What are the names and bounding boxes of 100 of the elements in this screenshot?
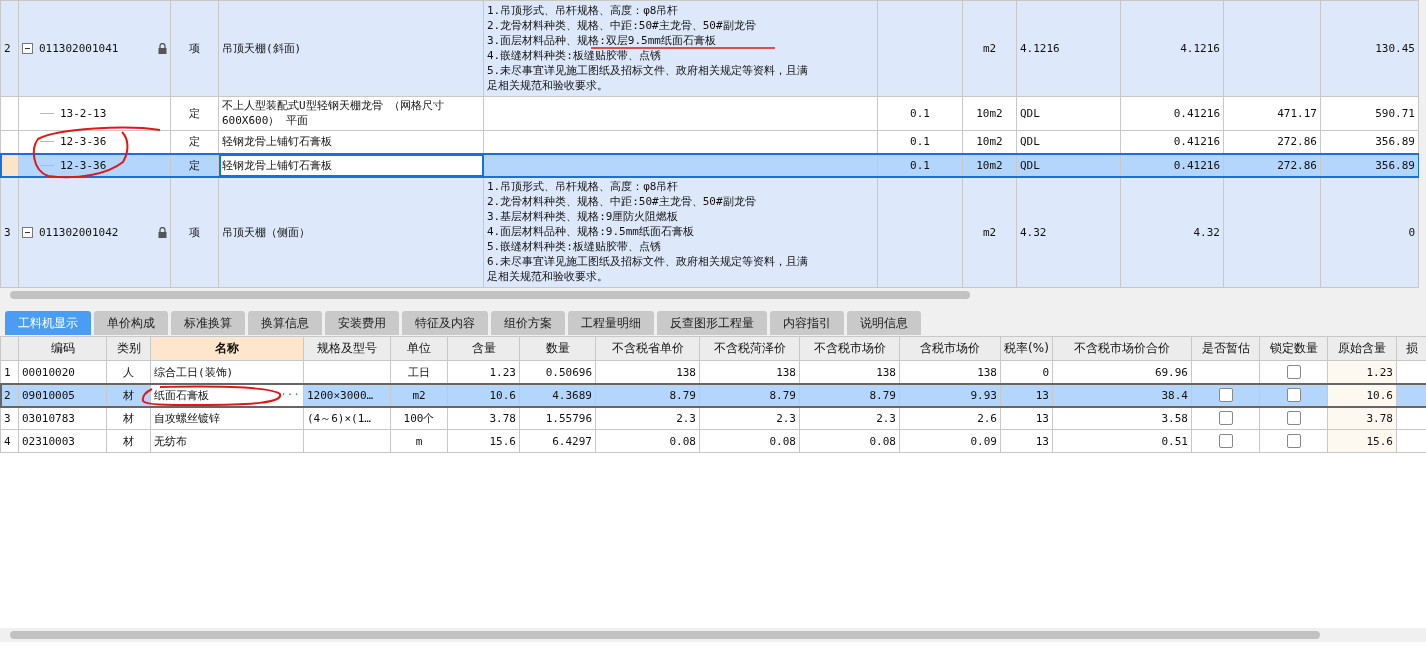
collapse-icon[interactable]: [22, 226, 33, 238]
checkbox[interactable]: [1286, 434, 1301, 448]
table-cell: 15.6: [447, 429, 520, 453]
collapse-icon[interactable]: [22, 42, 33, 54]
total-cell: 130.45: [1320, 0, 1419, 97]
table-row[interactable]: 12-3-36 定 轻钢龙骨上铺钉石膏板 0.1 10m2 QDL 0.41216 272.86 356.89: [0, 153, 1419, 177]
tab[interactable]: 组价方案: [491, 311, 565, 335]
table-row[interactable]: 2 09010005 材 ··· 纸面石膏板 1200×3000… m2 10.6 4.3689 8.79 8.79 8.79 9.93 13 38.4 10.6: [0, 383, 1426, 407]
price-cell: 471.17: [1223, 96, 1321, 131]
table-cell: 材: [106, 429, 151, 453]
table-row[interactable]: 12-3-36 定 轻钢龙骨上铺钉石膏板 0.1 10m2 QDL 0.41216 272.86 356.89: [0, 130, 1419, 154]
feature-line: 3.面层材料品种、规格:双层9.5mm纸面石膏板: [487, 34, 716, 47]
column-header[interactable]: 数量: [519, 336, 596, 361]
scrollbar-thumb[interactable]: [10, 631, 1320, 639]
row-number-cell: [0, 96, 19, 131]
checkbox[interactable]: [1218, 411, 1233, 425]
tab[interactable]: 工程量明细: [568, 311, 654, 335]
tab[interactable]: 内容指引: [770, 311, 844, 335]
tab[interactable]: 换算信息: [248, 311, 322, 335]
code-text: 011302001042: [39, 225, 119, 239]
name-cell: 吊顶天棚（侧面）: [218, 176, 484, 288]
ellipsis-button[interactable]: ···: [280, 387, 300, 401]
table-row[interactable]: 1 00010020 人 综合工日(装饰) 工日 1.23 0.50696 138 138 138 138 0 69.96 1.23: [0, 360, 1426, 384]
tab[interactable]: 反查图形工程量: [657, 311, 767, 335]
quantity-expression-cell: 4.32: [1016, 176, 1121, 288]
scrollbar-thumb[interactable]: [10, 291, 970, 299]
checkbox[interactable]: [1218, 388, 1233, 402]
checkbox[interactable]: [1286, 365, 1301, 379]
table-cell: 0.08: [595, 429, 700, 453]
tab[interactable]: 单价构成: [94, 311, 168, 335]
table-cell: 100个: [390, 406, 448, 430]
tab[interactable]: 特征及内容: [402, 311, 488, 335]
code-text: 12-3-36: [60, 158, 107, 172]
table-cell: 13: [1000, 406, 1053, 430]
tree-line: [40, 141, 54, 143]
table-cell: 自攻螺丝镀锌: [150, 406, 304, 430]
feature-line: 2.龙骨材料种类、规格、中距:50#主龙骨、50#副龙骨: [487, 19, 756, 32]
feature-line: 3.基层材料种类、规格:9厘防火阻燃板: [487, 211, 679, 224]
tab[interactable]: 安装费用: [325, 311, 399, 335]
name-cell: 轻钢龙骨上铺钉石膏板: [218, 153, 484, 177]
table-row[interactable]: 4 02310003 材 无纺布 m 15.6 6.4297 0.08 0.08 0.08 0.09 13 0.51 15.6: [0, 429, 1426, 453]
column-header[interactable]: 编码: [18, 336, 107, 361]
table-cell: 0.08: [799, 429, 900, 453]
vertical-scrollbar[interactable]: [1419, 0, 1426, 288]
row-number-cell: [0, 153, 19, 177]
row-number-cell: 4: [0, 429, 19, 453]
type-cell: 定: [170, 96, 219, 131]
column-header[interactable]: 不含税菏泽价: [699, 336, 800, 361]
quantity-expression-cell: QDL: [1016, 96, 1121, 131]
tree-line: [40, 112, 54, 114]
total-cell: 0: [1320, 176, 1419, 288]
checkbox[interactable]: [1218, 434, 1233, 448]
column-header[interactable]: 损: [1396, 336, 1426, 361]
quantity-expression-cell: 4.1216: [1016, 0, 1121, 97]
tree-line: [40, 164, 54, 166]
column-header[interactable]: 原始含量: [1327, 336, 1397, 361]
column-header[interactable]: 类别: [106, 336, 151, 361]
column-header[interactable]: 含量: [447, 336, 520, 361]
table-cell: 2.6: [899, 406, 1001, 430]
feature-line: 足相关规范和验收要求。: [487, 271, 608, 284]
column-header[interactable]: 不含税市场价合价: [1052, 336, 1192, 361]
column-header[interactable]: 是否暂估: [1191, 336, 1260, 361]
column-header[interactable]: 锁定数量: [1259, 336, 1328, 361]
total-cell: 590.71: [1320, 96, 1419, 131]
tab[interactable]: 说明信息: [847, 311, 921, 335]
checkbox[interactable]: [1286, 411, 1301, 425]
feature-line: 2.龙骨材料种类、规格、中距:50#主龙骨、50#副龙骨: [487, 196, 756, 209]
unit-cell: m2: [962, 0, 1017, 97]
column-header[interactable]: 不含税市场价: [799, 336, 900, 361]
table-cell: 0.09: [899, 429, 1001, 453]
table-cell: 2.3: [699, 406, 800, 430]
table-row[interactable]: 3 011302001042 项 吊顶天棚（侧面） 1.吊顶形式、吊杆规格、高度：φ8吊杆 2.龙骨材料种类、规格、中距:50#主龙骨、50#副龙骨 3.基层材料种类、规格:9厘防火阻燃板 4.面层材料品种、规格:9.5mm纸面石膏板 5.嵌缝材料种类:板缝贴胶带、点锈 6.未尽事宜详见施工图纸及招标文件、政府相关规定等资料，且满 足相关规范和验收要求。 m2 4.32 4.32 0: [0, 176, 1419, 288]
column-header[interactable]: 名称: [150, 336, 304, 361]
table-cell: 0.51: [1052, 429, 1192, 453]
table-cell: 03010783: [18, 406, 107, 430]
feature-line: 6.未尽事宜详见施工图纸及招标文件、政府相关规定等资料，且满: [487, 256, 809, 269]
feature-line: 1.吊顶形式、吊杆规格、高度：φ8吊杆: [487, 4, 679, 17]
quantity-cell: 0.41216: [1120, 96, 1224, 131]
table-cell: 3.58: [1052, 406, 1192, 430]
feature-line: 1.吊顶形式、吊杆规格、高度：φ8吊杆: [487, 181, 679, 194]
row-number-cell: 2: [0, 0, 19, 97]
column-header[interactable]: 不含税省单价: [595, 336, 700, 361]
horizontal-scrollbar[interactable]: [0, 288, 1426, 302]
name-cell: 吊顶天棚(斜面): [218, 0, 484, 97]
quantity-cell: 4.32: [1120, 176, 1224, 288]
column-header[interactable]: 税率(%): [1000, 336, 1053, 361]
column-header[interactable]: 含税市场价: [899, 336, 1001, 361]
unit-cell: m2: [962, 176, 1017, 288]
table-row[interactable]: 13-2-13 定 不上人型装配式U型轻钢天棚龙骨 （网格尺寸600X600） 平面 0.1 10m2 QDL 0.41216 471.17 590.71: [0, 96, 1419, 131]
feature-line: 4.面层材料品种、规格:9.5mm纸面石膏板: [487, 226, 694, 239]
table-cell: 6.4297: [519, 429, 596, 453]
code-text: 13-2-13: [60, 106, 107, 120]
quantity-cell: 4.1216: [1120, 0, 1224, 97]
table-row[interactable]: 3 03010783 材 自攻螺丝镀锌 (4～6)×(1… 100个 3.78 1.55796 2.3 2.3 2.3 2.6 13 3.58 3.78: [0, 406, 1426, 430]
checkbox[interactable]: [1286, 388, 1301, 402]
table-row[interactable]: 2 011302001041 项 吊顶天棚(斜面) 1.吊顶形式、吊杆规格、高度：φ8吊杆 2.龙骨材料种类、规格、中距:50#主龙骨、50#副龙骨 3.面层材料品种、规格:双层9.5mm纸面石膏板 4.嵌缝材料种类:板缝贴胶带、点锈 5.未尽事宜详见施工图纸及招标文件、政府相关规定等资料，且满 足相关规范和验收要求。 m2 4.1216 4.1216 130.45: [0, 0, 1419, 97]
horizontal-scrollbar[interactable]: [0, 628, 1426, 642]
column-header[interactable]: 规格及型号: [303, 336, 391, 361]
tab[interactable]: 标准换算: [171, 311, 245, 335]
column-header[interactable]: 单位: [390, 336, 448, 361]
